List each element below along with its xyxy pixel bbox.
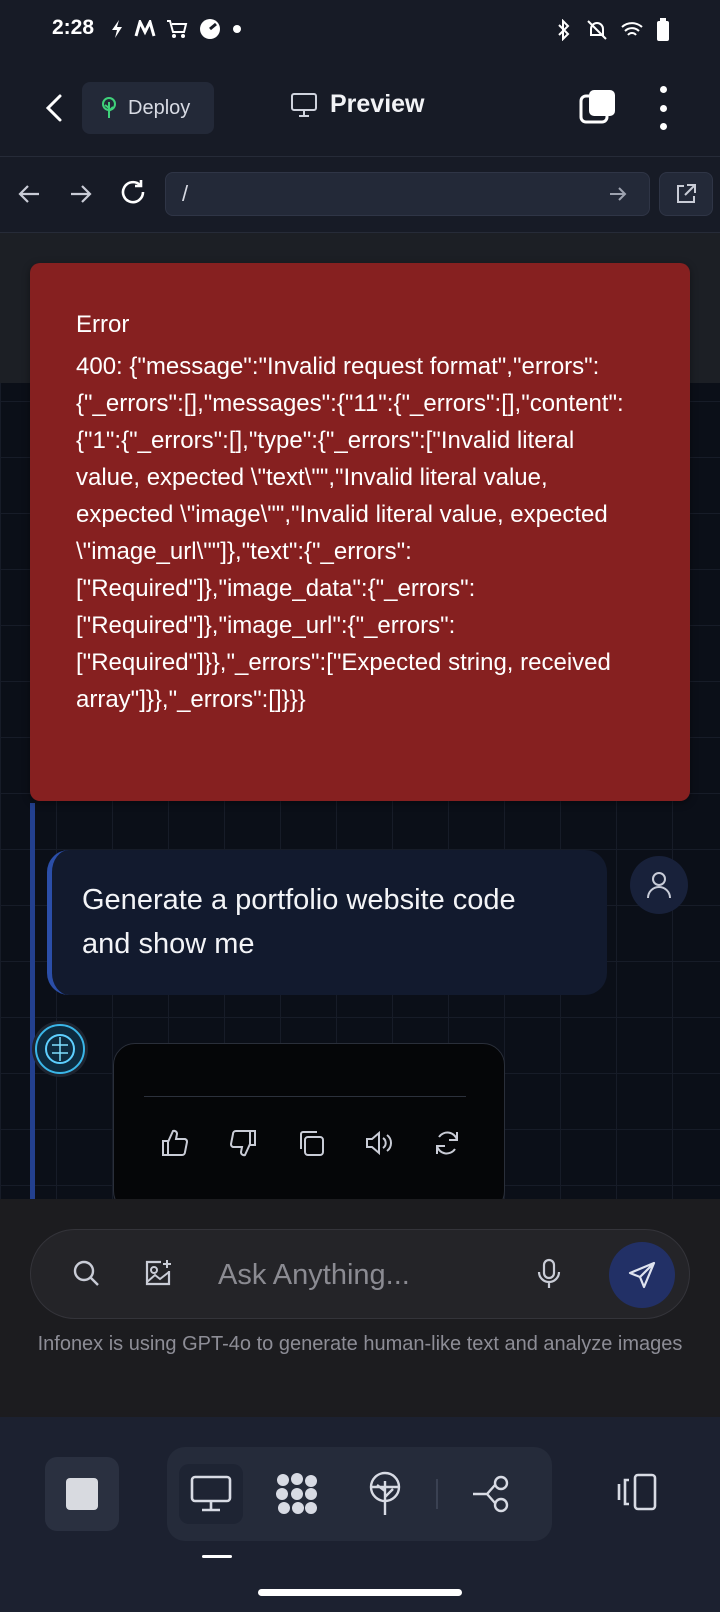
- notification-icons: [110, 18, 242, 40]
- composer-area: Infonex is using GPT-4o to generate huma…: [0, 1199, 720, 1417]
- m-logo-icon: [134, 20, 156, 37]
- arrow-right-icon: [71, 185, 92, 203]
- back-button[interactable]: [36, 88, 72, 128]
- dislike-button[interactable]: [224, 1124, 262, 1162]
- wifi-icon: [621, 22, 643, 36]
- toolbar-divider: [436, 1479, 438, 1509]
- composer: [30, 1229, 690, 1319]
- monitor-icon: [291, 92, 317, 117]
- bolt-icon: [112, 20, 122, 38]
- thread-line: [30, 803, 35, 1199]
- bell-off-icon: [587, 20, 607, 40]
- nav-forward-button[interactable]: [64, 177, 98, 211]
- share-button[interactable]: [459, 1464, 523, 1524]
- go-arrow-icon[interactable]: [608, 185, 628, 203]
- image-plus-icon: [145, 1260, 171, 1286]
- brain-icon: [35, 1024, 85, 1074]
- url-input[interactable]: /: [165, 172, 650, 216]
- tabs-icon: [579, 90, 615, 124]
- nav-back-button[interactable]: [12, 177, 46, 211]
- message-actions: [156, 1124, 466, 1162]
- assistant-message-card: [113, 1043, 505, 1199]
- system-icons: [554, 18, 670, 42]
- bluetooth-icon: [558, 19, 570, 41]
- model-disclaimer: Infonex is using GPT-4o to generate huma…: [37, 1333, 683, 1355]
- tabs-button[interactable]: [578, 87, 618, 127]
- user-avatar: [630, 856, 688, 914]
- read-aloud-button[interactable]: [360, 1124, 398, 1162]
- add-image-button[interactable]: [143, 1258, 173, 1293]
- external-link-icon: [677, 184, 696, 203]
- active-tab-indicator: [202, 1555, 232, 1558]
- like-button[interactable]: [156, 1124, 194, 1162]
- deploy-label: Deploy: [128, 96, 191, 119]
- page-title: Preview: [330, 90, 425, 118]
- stop-button[interactable]: [45, 1457, 119, 1531]
- share-icon: [473, 1475, 509, 1513]
- url-text: /: [182, 181, 189, 206]
- app-header: Deploy Preview: [0, 60, 720, 157]
- error-toast: Error 400: {"message":"Invalid request f…: [30, 263, 690, 801]
- arrow-left-icon: [18, 185, 39, 203]
- tree-icon: [369, 1471, 401, 1515]
- error-title: Error: [76, 311, 130, 338]
- regenerate-button[interactable]: [428, 1124, 466, 1162]
- desktop-view-button[interactable]: [179, 1464, 243, 1524]
- user-message-text: Generate a portfolio website code and sh…: [82, 884, 516, 960]
- more-vertical-icon: [659, 86, 667, 93]
- url-bar: /: [0, 157, 720, 233]
- deploy-tree-button[interactable]: [353, 1464, 417, 1524]
- refresh-icon: [436, 1131, 458, 1155]
- send-icon: [628, 1261, 656, 1289]
- deploy-button[interactable]: Deploy: [82, 82, 214, 134]
- monitor-icon: [190, 1475, 232, 1512]
- copy-icon: [300, 1131, 324, 1156]
- bot-avatar: [32, 1021, 88, 1077]
- stop-icon: [66, 1478, 98, 1510]
- copy-button[interactable]: [292, 1124, 330, 1162]
- cart-icon: [167, 20, 188, 38]
- blocks-button[interactable]: [265, 1464, 329, 1524]
- open-external-button[interactable]: [659, 172, 713, 216]
- reload-button[interactable]: [116, 175, 150, 209]
- layout-toggle-button[interactable]: [615, 1472, 661, 1518]
- reload-icon: [121, 180, 145, 204]
- preview-title: Preview: [290, 90, 425, 119]
- user-message-bubble: Generate a portfolio website code and sh…: [47, 850, 607, 995]
- error-message: 400: {"message":"Invalid request format"…: [76, 353, 624, 713]
- bottom-toolbar: [0, 1417, 720, 1612]
- more-options-button[interactable]: [650, 86, 676, 130]
- thumbs-up-icon: [162, 1129, 188, 1156]
- chat-area[interactable]: Error 400: {"message":"Invalid request f…: [0, 233, 720, 1199]
- battery-icon: [657, 18, 669, 41]
- layout-icon: [617, 1473, 657, 1511]
- mic-button[interactable]: [536, 1258, 562, 1295]
- speed-icon: [200, 19, 220, 39]
- status-time: 2:28: [52, 16, 95, 39]
- search-button[interactable]: [71, 1258, 101, 1293]
- status-bar: 2:28: [0, 0, 720, 60]
- mic-icon: [537, 1258, 561, 1288]
- speaker-icon: [366, 1130, 392, 1156]
- tree-icon: [102, 97, 116, 118]
- user-icon: [647, 872, 671, 899]
- dot-icon: [233, 25, 241, 33]
- divider: [144, 1096, 466, 1097]
- dots-icon: [276, 1473, 317, 1514]
- search-icon: [73, 1260, 99, 1286]
- view-switcher: [167, 1447, 552, 1541]
- ask-input[interactable]: [216, 1254, 540, 1296]
- thumbs-down-icon: [230, 1130, 256, 1157]
- send-button[interactable]: [609, 1242, 675, 1308]
- home-indicator[interactable]: [258, 1589, 462, 1596]
- chevron-left-icon: [45, 94, 62, 122]
